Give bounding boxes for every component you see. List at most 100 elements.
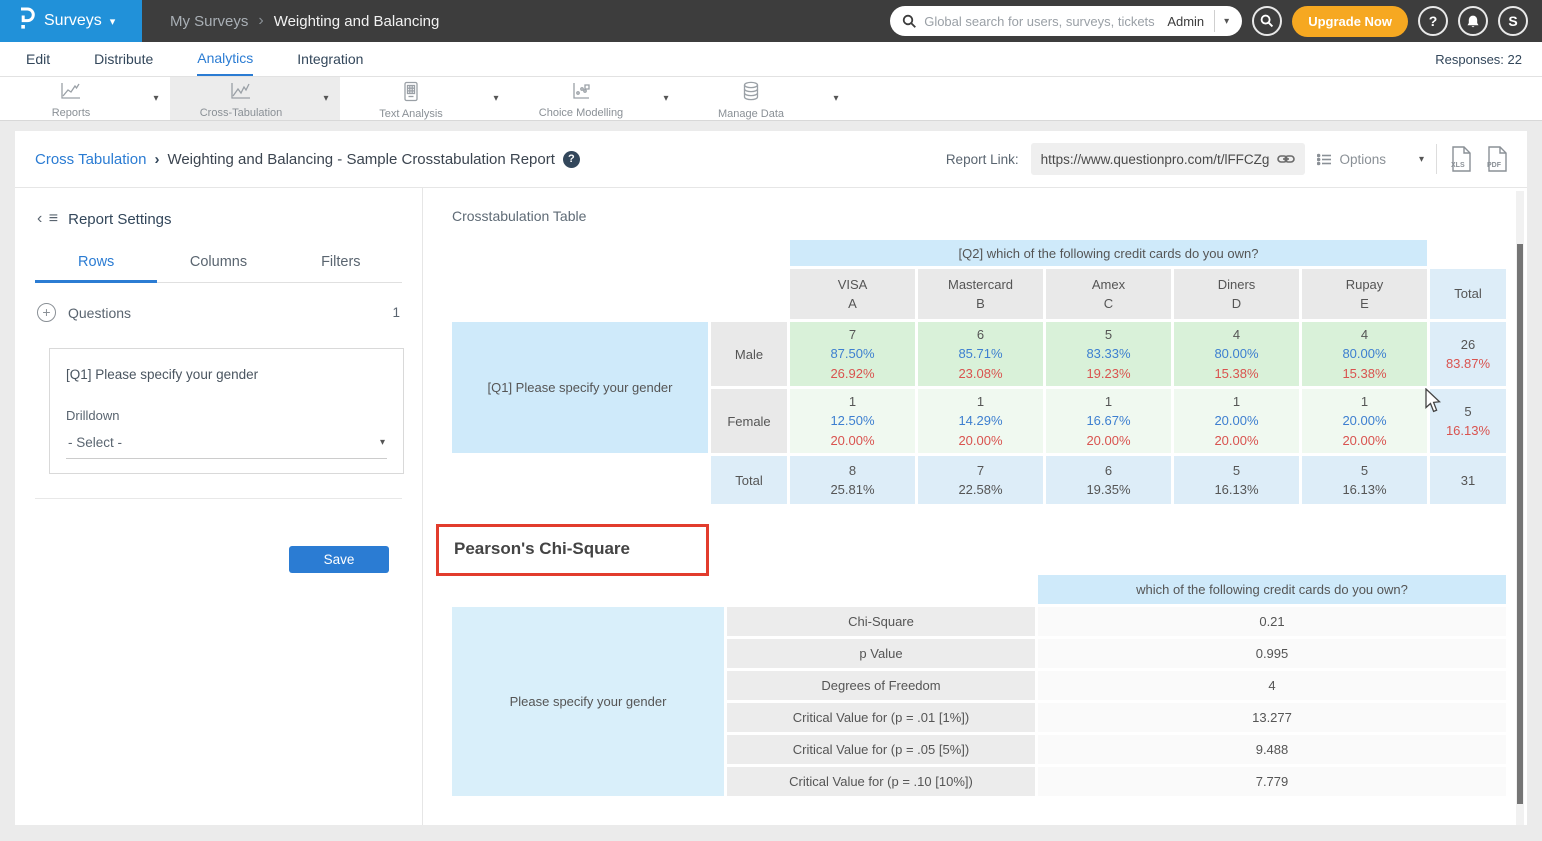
notifications-button[interactable] — [1458, 6, 1488, 36]
advanced-search-button[interactable] — [1252, 6, 1282, 36]
breadcrumb-cross-tabulation-link[interactable]: Cross Tabulation — [35, 151, 146, 168]
upgrade-now-button[interactable]: Upgrade Now — [1292, 6, 1408, 37]
column-question-header: [Q2] which of the following credit cards… — [790, 240, 1427, 266]
chevron-down-icon[interactable]: ▾ — [142, 93, 170, 104]
search-input[interactable] — [924, 14, 1161, 29]
chevron-down-icon: ▾ — [1419, 154, 1424, 165]
chevron-down-icon[interactable]: ▾ — [482, 93, 510, 104]
cell-female-visa: 112.50%20.00% — [790, 389, 915, 453]
drilldown-selected-value: - Select - — [68, 435, 380, 450]
survey-nav: Edit Distribute Analytics Integration Re… — [0, 42, 1542, 77]
scrollbar-thumb[interactable] — [1517, 244, 1523, 804]
nav-item-edit[interactable]: Edit — [26, 43, 50, 75]
report-help-icon[interactable]: ? — [563, 151, 580, 168]
row-label-total: Total — [711, 456, 787, 504]
toolbar-item-manage-data[interactable]: Manage Data ▾ — [680, 77, 850, 120]
tab-columns[interactable]: Columns — [157, 246, 279, 282]
database-icon — [741, 81, 761, 107]
report-header: Cross Tabulation › Weighting and Balanci… — [15, 131, 1527, 188]
table-row-chi-square: Please specify your gender Chi-Square 0.… — [452, 607, 1506, 636]
bell-icon — [1466, 14, 1480, 29]
column-header-total: Total — [1430, 269, 1506, 319]
nav-item-distribute[interactable]: Distribute — [94, 43, 153, 75]
header-divider — [1436, 144, 1437, 174]
vertical-scrollbar[interactable] — [1516, 191, 1524, 825]
chevron-down-icon: ▾ — [110, 15, 116, 28]
top-app-bar: Surveys ▾ My Surveys › Weighting and Bal… — [0, 0, 1542, 42]
chevron-down-icon[interactable]: ▾ — [652, 93, 680, 104]
report-link-url[interactable]: https://www.questionpro.com/t/lFFCZg — [1041, 152, 1270, 167]
table-row-total: Total 825.81% 722.58% 619.35% 516.13% 51… — [452, 456, 1506, 504]
global-search: Admin ▾ — [890, 6, 1242, 36]
cell-total-mastercard: 722.58% — [918, 456, 1043, 504]
product-label: Surveys — [44, 12, 102, 30]
cell-female-mastercard: 114.29%20.00% — [918, 389, 1043, 453]
cell-total-diners: 516.13% — [1174, 456, 1299, 504]
questions-count-badge: 1 — [392, 305, 400, 320]
toolbar-item-reports[interactable]: Reports ▾ — [0, 77, 170, 120]
cell-female-amex: 116.67%20.00% — [1046, 389, 1171, 453]
toolbar-item-text-analysis[interactable]: Text Analysis ▾ — [340, 77, 510, 120]
options-dropdown[interactable]: Options ▾ — [1317, 152, 1424, 167]
cell-female-diners: 120.00%20.00% — [1174, 389, 1299, 453]
drilldown-label: Drilldown — [66, 408, 387, 423]
help-button[interactable]: ? — [1418, 6, 1448, 36]
row-label-male: Male — [711, 322, 787, 386]
export-xls-button[interactable]: XLS — [1449, 145, 1473, 173]
avatar-initial: S — [1508, 13, 1517, 29]
tab-rows[interactable]: Rows — [35, 246, 157, 283]
add-question-icon[interactable]: + — [37, 303, 56, 322]
brand-surveys-menu[interactable]: Surveys ▾ — [0, 0, 142, 42]
options-label: Options — [1339, 152, 1386, 167]
column-header-diners: DinersD — [1174, 269, 1299, 319]
drilldown-select[interactable]: - Select - ▾ — [66, 423, 387, 459]
breadcrumb-my-surveys[interactable]: My Surveys — [170, 13, 248, 30]
cell-male-visa: 787.50%26.92% — [790, 322, 915, 386]
settings-tabs: Rows Columns Filters — [35, 246, 402, 283]
nav-item-analytics[interactable]: Analytics — [197, 42, 253, 76]
cell-male-rupay: 480.00%15.38% — [1302, 322, 1427, 386]
user-avatar[interactable]: S — [1498, 6, 1528, 36]
responses-count: Responses: 22 — [1435, 52, 1522, 67]
question-mark-icon: ? — [1429, 13, 1438, 29]
chi-square-section-title: Pearson's Chi-Square — [454, 539, 630, 558]
crosstab-section-title: Crosstabulation Table — [452, 208, 1527, 224]
chevron-down-icon[interactable]: ▾ — [822, 93, 850, 104]
column-header-visa: VISAA — [790, 269, 915, 319]
column-header-rupay: RupayE — [1302, 269, 1427, 319]
search-icon — [902, 14, 917, 29]
breadcrumb-separator-icon: › — [258, 12, 263, 30]
question-title: [Q1] Please specify your gender — [66, 367, 387, 382]
tab-filters[interactable]: Filters — [280, 246, 402, 282]
cell-total-visa: 825.81% — [790, 456, 915, 504]
report-link-box: https://www.questionpro.com/t/lFFCZg — [1031, 143, 1306, 175]
panel-divider — [35, 498, 402, 499]
question-card: [Q1] Please specify your gender Drilldow… — [49, 348, 404, 474]
cell-female-rupay: 120.00%20.00% — [1302, 389, 1427, 453]
link-icon[interactable] — [1277, 153, 1295, 165]
questions-label: Questions — [68, 305, 131, 321]
nav-item-integration[interactable]: Integration — [297, 43, 363, 75]
toolbar-item-choice-modelling[interactable]: Choice Modelling ▾ — [510, 77, 680, 120]
table-row-male: [Q1] Please specify your gender Male 787… — [452, 322, 1506, 386]
cell-male-total: 2683.87% — [1430, 322, 1506, 386]
column-header-mastercard: MastercardB — [918, 269, 1043, 319]
collapse-panel-icon[interactable]: ‹ ≡ — [37, 210, 59, 228]
chi-column-header: which of the following credit cards do y… — [1038, 575, 1506, 604]
toolbar-item-cross-tabulation[interactable]: Cross-Tabulation ▾ — [170, 77, 340, 120]
save-button[interactable]: Save — [289, 546, 389, 573]
scatter-chart-icon — [570, 81, 592, 106]
row-label-female: Female — [711, 389, 787, 453]
chevron-down-icon: ▾ — [380, 437, 385, 448]
search-scope-label: Admin — [1161, 14, 1214, 29]
options-list-icon — [1317, 153, 1332, 166]
cell-grand-total: 31 — [1430, 456, 1506, 504]
cell-male-amex: 583.33%19.23% — [1046, 322, 1171, 386]
chevron-down-icon[interactable]: ▾ — [312, 93, 340, 104]
line-chart-icon — [59, 81, 83, 106]
export-pdf-button[interactable]: PDF — [1485, 145, 1509, 173]
cell-male-diners: 480.00%15.38% — [1174, 322, 1299, 386]
questionpro-logo-icon — [16, 6, 36, 36]
cell-total-amex: 619.35% — [1046, 456, 1171, 504]
search-scope-chevron-icon[interactable]: ▾ — [1215, 16, 1238, 27]
